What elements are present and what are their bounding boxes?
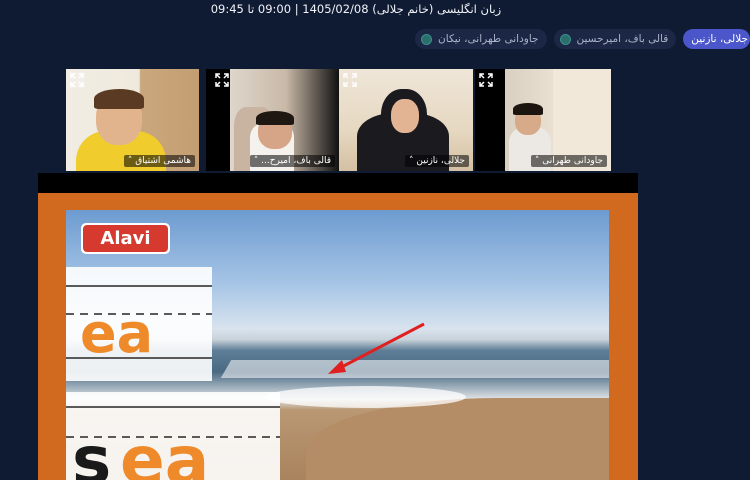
participant-name: جاودانی طهرانی ˄ <box>530 155 607 167</box>
participant-name: هاشمی اشتیاق ˄ <box>123 155 195 167</box>
video-tile[interactable]: هاشمی اشتیاق ˄ <box>66 69 199 171</box>
video-tile-active-speaker[interactable]: جلالی، نازنین ˄ <box>339 69 473 171</box>
shared-content-stage: Alavi ea s ea <box>38 173 638 480</box>
expand-icon[interactable] <box>478 72 494 88</box>
video-tiles: هاشمی اشتیاق ˄ قالی باف، امیرح... ˄ جلال… <box>66 69 611 171</box>
participant-chips: جاودانی طهرانی، نیکان قالی باف، امیرحسین… <box>415 29 750 49</box>
expand-icon[interactable] <box>342 72 358 88</box>
chip-label: جاودانی طهرانی، نیکان <box>438 33 539 45</box>
status-dot-icon <box>559 33 571 45</box>
presentation-slide: Alavi ea s ea <box>66 210 609 480</box>
expand-icon[interactable] <box>214 72 230 88</box>
participant-name: قالی باف، امیرح... ˄ <box>249 155 335 167</box>
chip-label: قالی باف، امیرحسین <box>576 33 669 45</box>
video-tile[interactable]: جاودانی طهرانی ˄ <box>475 69 611 171</box>
participant-chip-jalali[interactable]: جلالی، نازنین <box>683 29 750 49</box>
annotation-arrow <box>328 322 425 374</box>
expand-icon[interactable] <box>69 72 85 88</box>
participant-chip-javdani[interactable]: جاودانی طهرانی، نیکان <box>415 29 547 49</box>
participant-name: جلالی، نازنین ˄ <box>405 155 469 167</box>
class-title: زبان انگلیسی (خانم جلالی) 1405/02/08 | 0… <box>210 2 502 16</box>
video-tile[interactable]: قالی باف، امیرح... ˄ <box>206 69 339 171</box>
status-dot-icon <box>421 33 433 45</box>
chip-label: جلالی، نازنین <box>691 33 748 45</box>
participant-chip-ghalibaf[interactable]: قالی باف، امیرحسین <box>553 29 677 49</box>
